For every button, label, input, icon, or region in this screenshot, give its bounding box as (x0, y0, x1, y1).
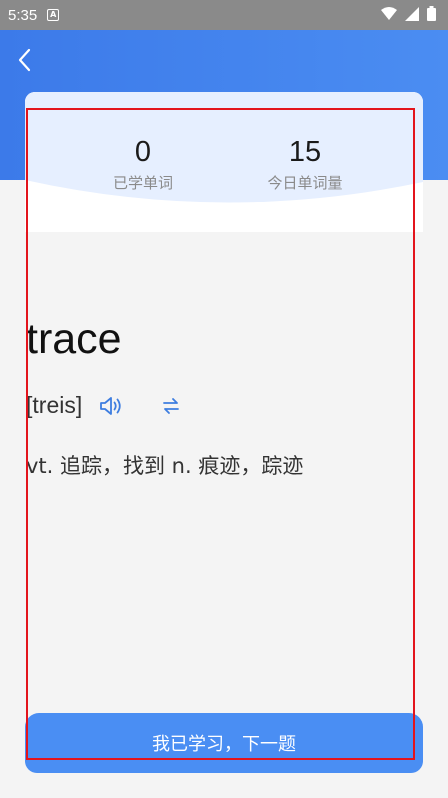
battery-icon (427, 5, 436, 25)
learned-stat: 0 已学单词 (73, 132, 213, 194)
learned-count: 0 (134, 136, 152, 168)
chevron-left-icon[interactable] (10, 46, 38, 74)
today-count: 15 (288, 136, 322, 168)
word-card: 0 已学单词 15 今日单词量 trace [treis] vt. 追踪，找到 … (25, 92, 423, 773)
swap-icon[interactable] (161, 397, 181, 415)
status-right (381, 5, 436, 25)
phonetic-row: [treis] (26, 392, 181, 419)
status-time: 5:35 (8, 6, 38, 24)
vocabulary-word: trace (26, 315, 122, 363)
wifi-icon (381, 6, 397, 25)
today-label: 今日单词量 (267, 174, 343, 192)
signal-icon (405, 6, 419, 25)
speaker-icon[interactable] (99, 395, 123, 417)
stats-panel: 0 已学单词 15 今日单词量 (25, 92, 423, 232)
status-bar: 5:35 A (0, 0, 448, 30)
next-word-button[interactable]: 我已学习，下一题 (25, 713, 423, 773)
status-left: 5:35 A (8, 6, 60, 24)
phonetic-text: [treis] (26, 392, 83, 418)
app-notification-icon: A (47, 9, 60, 21)
word-definition: vt. 追踪，找到 n. 痕迹，踪迹 (26, 454, 304, 478)
learned-label: 已学单词 (112, 174, 173, 192)
today-stat: 15 今日单词量 (235, 132, 375, 194)
